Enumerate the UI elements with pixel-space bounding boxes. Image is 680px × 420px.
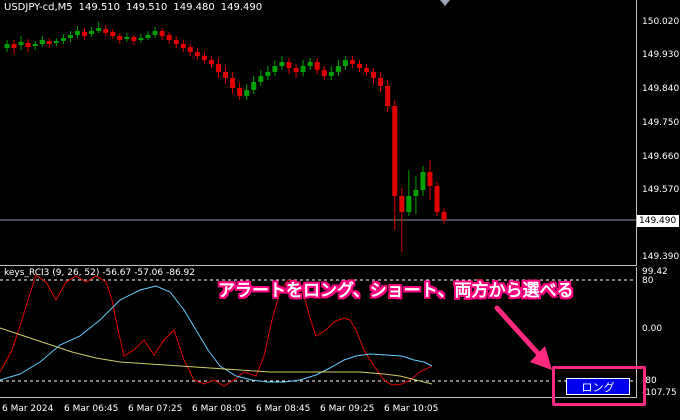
price-label: 149.930 [642,50,680,60]
price-label: 149.660 [642,152,680,162]
price-label: 149.750 [642,118,680,128]
time-label: 6 Mar 10:05 [384,404,439,414]
rci-axis-label: 0.00 [642,324,663,334]
symbol-label: USDJPY-cd,M5 [4,2,73,13]
long-alert-button[interactable]: ロング [566,378,630,395]
time-label: 6 Mar 08:45 [256,404,311,414]
chart-shift-icon[interactable] [440,0,450,6]
rci-axis-label: 80 [642,276,654,286]
annotation-callout: アラートをロング、ショート、両方から選べる [218,281,574,301]
low-value: 149.480 [173,2,215,13]
chart-header: USDJPY-cd,M5 149.510 149.510 149.480 149… [4,2,262,13]
price-label: 149.570 [642,185,680,195]
close-value: 149.490 [220,2,263,13]
chart-window[interactable]: USDJPY-cd,M5 149.510 149.510 149.480 149… [0,0,680,420]
time-label: 6 Mar 07:25 [128,404,183,414]
price-label: 149.840 [642,84,680,94]
indicator-header: keys_RCI3 (9, 26, 52) -56.67 -57.06 -86.… [4,268,195,278]
rci-axis-label: -107.75 [642,388,677,398]
time-label: 6 Mar 2024 [2,404,54,414]
time-label: 6 Mar 08:05 [192,404,247,414]
price-label: 150.020 [642,17,680,27]
price-chart-pane[interactable] [0,0,637,266]
price-label: 149.390 [642,252,680,262]
time-label: 6 Mar 06:45 [64,404,119,414]
current-price-tag: 149.490 [637,215,679,227]
time-label: 6 Mar 09:25 [320,404,375,414]
high-value: 149.510 [126,2,168,13]
open-value: 149.510 [78,2,121,13]
